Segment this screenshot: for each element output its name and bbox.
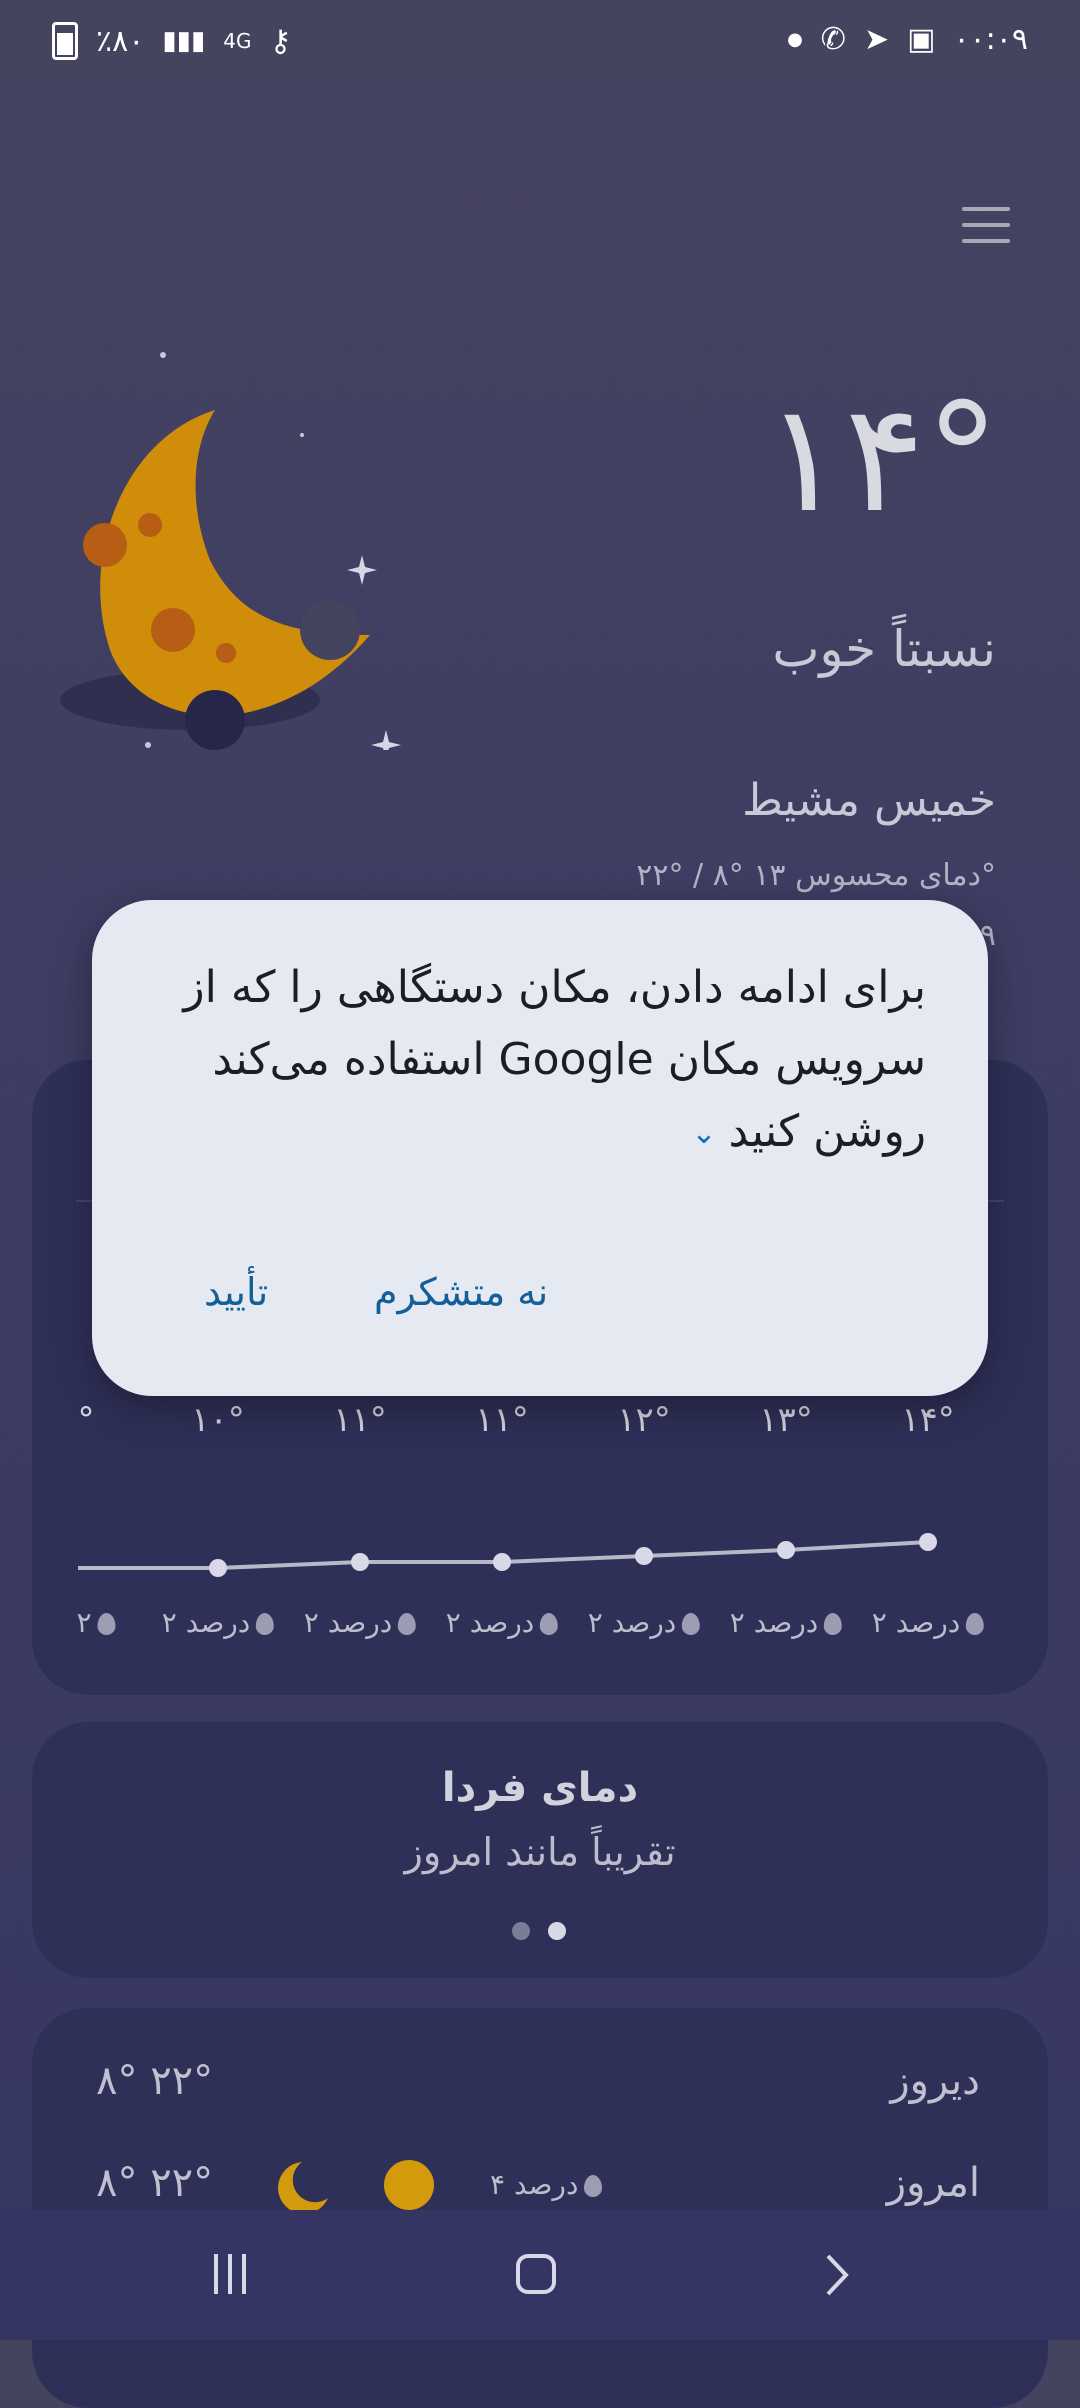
yesterday-temps: ۸° ۲۲° xyxy=(96,2058,214,2104)
rain-chance: ۲ xyxy=(76,1606,116,1639)
telegram-icon: ➤ xyxy=(863,22,890,57)
no-thanks-button[interactable]: نه متشکرم xyxy=(374,1270,548,1314)
rain-chance: ۲ درصد xyxy=(446,1606,559,1639)
hour-temp: ۱۱° xyxy=(475,1400,529,1440)
today-temps: ۸° ۲۲° xyxy=(96,2160,214,2206)
confirm-button[interactable]: تأیید xyxy=(204,1270,268,1314)
moon-illustration xyxy=(60,352,401,750)
raindrop-icon xyxy=(97,1613,116,1635)
vpn-key-icon: ⚷ xyxy=(269,23,292,59)
back-icon[interactable] xyxy=(822,2252,852,2298)
hour-temp: ۱۴° xyxy=(901,1400,955,1440)
current-temperature: ۱۴° xyxy=(763,372,1002,546)
today-label: امروز xyxy=(886,2160,980,2206)
location-permission-dialog: برای ادامه دادن، مکان دستگاهی را که از س… xyxy=(92,900,988,1396)
location-name: خمیس مشیط xyxy=(742,775,996,826)
today-rain: ۴ درصد xyxy=(490,2168,603,2201)
raindrop-icon xyxy=(966,1613,985,1635)
system-navigation-bar xyxy=(0,2210,1080,2340)
raindrop-icon xyxy=(824,1613,843,1635)
yesterday-label: دیروز xyxy=(890,2058,980,2104)
notification-dot-icon: ● xyxy=(787,29,803,50)
crescent-moon-icon xyxy=(278,2162,328,2214)
rain-chance: ۲ درصد xyxy=(588,1606,701,1639)
page-indicator xyxy=(512,1922,566,1940)
rain-chance: ۲ درصد xyxy=(730,1606,843,1639)
battery-icon xyxy=(52,22,78,60)
battery-percent: ٪۸۰ xyxy=(96,23,145,59)
rain-chance: ۲ درصد xyxy=(162,1606,275,1639)
hamburger-menu-icon[interactable] xyxy=(962,200,1010,248)
expand-chevron-icon[interactable]: ⌄ xyxy=(691,1098,716,1170)
recents-icon[interactable] xyxy=(214,2254,256,2294)
weather-condition: نسبتاً خوب xyxy=(772,620,996,678)
whatsapp-icon: ✆ xyxy=(820,22,846,57)
clock: ۰۰:۰۹ xyxy=(953,22,1028,57)
hour-temp: ۱۰° xyxy=(191,1400,245,1440)
sun-icon xyxy=(384,2160,434,2210)
dialog-message: برای ادامه دادن، مکان دستگاهی را که از س… xyxy=(166,952,926,1170)
status-bar: ٪۸۰ ▮▮▮ 4G ⚷ ● ✆ ➤ ▣ ۰۰:۰۹ xyxy=(0,0,1080,84)
hour-temp: ۱۱° xyxy=(333,1400,387,1440)
page-dot-active xyxy=(548,1922,566,1940)
tomorrow-subtitle: تقریباً مانند امروز xyxy=(404,1830,676,1874)
tomorrow-title: دمای فردا xyxy=(441,1765,639,1811)
hour-temp: ۱۳° xyxy=(759,1400,813,1440)
rain-chance: ۲ درصد xyxy=(304,1606,417,1639)
raindrop-icon xyxy=(398,1613,417,1635)
page-dot xyxy=(512,1922,530,1940)
network-type: 4G xyxy=(223,29,252,53)
status-right: ● ✆ ➤ ▣ ۰۰:۰۹ xyxy=(787,22,1028,57)
hour-temp: ° xyxy=(77,1400,95,1440)
signal-icon: ▮▮▮ xyxy=(162,26,206,56)
hour-temp: ۱۲° xyxy=(617,1400,671,1440)
min-max-feels: ۲۲° / ۸° دمای محسوس ۱۳° xyxy=(636,858,996,893)
raindrop-icon xyxy=(584,2175,603,2197)
rain-chance: ۲ درصد xyxy=(872,1606,985,1639)
hourly-temp-line xyxy=(78,1533,937,1577)
gallery-icon: ▣ xyxy=(907,22,936,57)
status-left: ٪۸۰ ▮▮▮ 4G ⚷ xyxy=(52,22,292,60)
raindrop-icon xyxy=(682,1613,701,1635)
raindrop-icon xyxy=(256,1613,275,1635)
raindrop-icon xyxy=(540,1613,559,1635)
home-icon[interactable] xyxy=(516,2254,556,2294)
